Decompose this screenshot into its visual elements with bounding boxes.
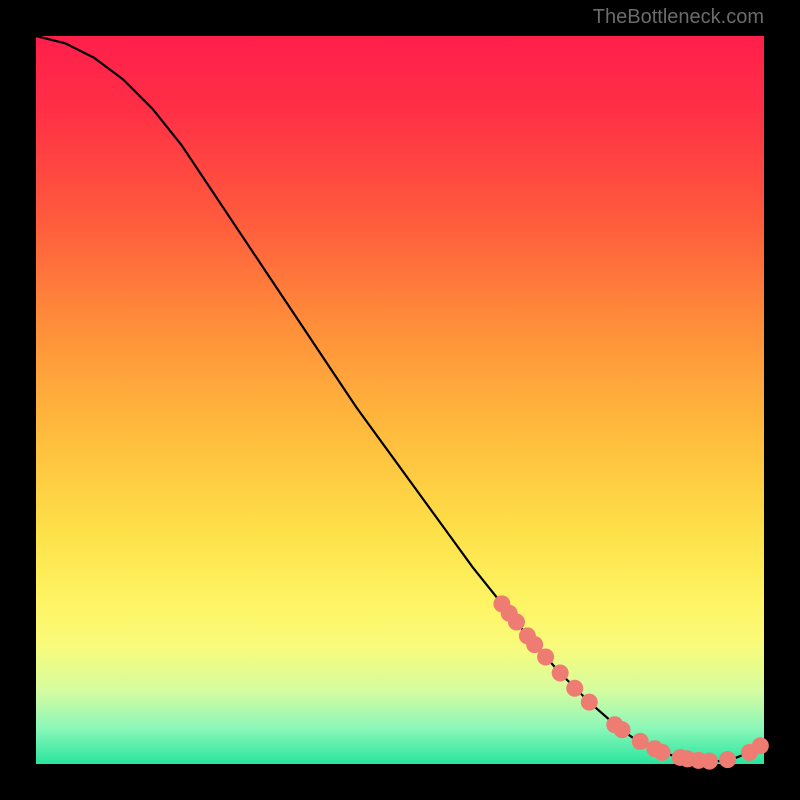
chart-line (36, 36, 764, 761)
chart-marker (752, 737, 769, 754)
plot-area (36, 36, 764, 764)
chart-marker (614, 721, 631, 738)
chart-stage: TheBottleneck.com (0, 0, 800, 800)
chart-markers (493, 595, 768, 769)
chart-marker (719, 751, 736, 768)
chart-marker (566, 680, 583, 697)
chart-marker (537, 648, 554, 665)
chart-marker (632, 733, 649, 750)
chart-marker (581, 694, 598, 711)
chart-marker (654, 744, 671, 761)
chart-svg (36, 36, 764, 764)
chart-marker (552, 665, 569, 682)
watermark-text: TheBottleneck.com (593, 6, 764, 29)
chart-marker (508, 614, 525, 631)
chart-marker (701, 753, 718, 770)
